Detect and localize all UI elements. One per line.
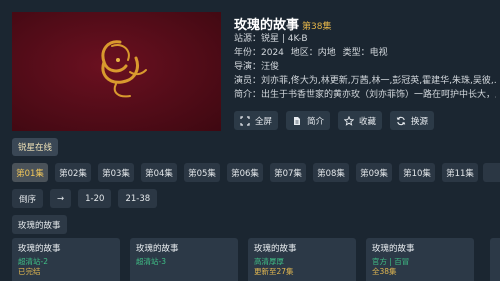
range-1-20-button[interactable]: 1-20: [78, 189, 112, 208]
direction-arrow-button[interactable]: →: [50, 189, 72, 208]
related-card-status: 全38集: [372, 267, 397, 276]
source-tab[interactable]: 锐星在线: [12, 138, 59, 156]
related-card-source: 超清站-3: [136, 257, 166, 266]
episode-button[interactable]: 第03集: [98, 163, 134, 182]
title-row: 玫瑰的故事 第38集: [234, 14, 332, 33]
related-card[interactable]: 玫瑰的故事 超清站-2 已完结: [12, 238, 120, 281]
switch-source-label: 换源: [411, 116, 429, 127]
favorite-button[interactable]: 收藏: [338, 111, 383, 130]
episode-button[interactable]: 第06集: [227, 163, 263, 182]
episode-button[interactable]: 第08集: [313, 163, 349, 182]
video-player[interactable]: [12, 12, 221, 131]
episode-list: 第01集 第02集 第03集 第04集 第05集 第06集 第07集 第08集 …: [12, 163, 478, 182]
episode-button[interactable]: 第11集: [442, 163, 478, 182]
info-region: 地区：内地: [290, 48, 336, 58]
rose-logo-icon: [101, 40, 147, 98]
related-card-title: 玫瑰的故事: [372, 244, 415, 254]
fullscreen-button[interactable]: 全屏: [234, 111, 279, 130]
related-list: 玫瑰的故事 超清站-2 已完结 玫瑰的故事 超清站-3 玫瑰的故事 高清厚厚 更…: [12, 238, 474, 281]
episode-button[interactable]: 第05集: [184, 163, 220, 182]
related-card-source: 官方 | 百冒: [372, 257, 410, 266]
switch-source-button[interactable]: 换源: [390, 111, 435, 130]
show-title: 玫瑰的故事: [234, 18, 300, 33]
info-director: 导演：汪俊: [234, 62, 280, 72]
related-card-status: 已完结: [18, 267, 41, 276]
related-card[interactable]: 玫瑰的故事 高清厚厚 更新至27集: [248, 238, 356, 281]
episode-button[interactable]: 第09集: [356, 163, 392, 182]
related-card-partial[interactable]: [490, 238, 500, 281]
info-year: 年份：2024: [234, 48, 284, 58]
related-card-title: 玫瑰的故事: [136, 244, 179, 254]
related-card[interactable]: 玫瑰的故事 超清站-3: [130, 238, 238, 281]
info-source: 站源：锐星 | 4K-B: [234, 34, 308, 44]
star-icon: [344, 115, 355, 126]
episode-button[interactable]: 第01集: [12, 163, 48, 182]
episode-button[interactable]: 第10集: [399, 163, 435, 182]
related-card-title: 玫瑰的故事: [254, 244, 297, 254]
episode-button[interactable]: 第04集: [141, 163, 177, 182]
action-bar: 全屏 简介 收藏 换源: [234, 111, 435, 130]
fullscreen-icon: [240, 115, 250, 126]
favorite-label: 收藏: [359, 116, 377, 127]
related-card-title: 玫瑰的故事: [18, 244, 61, 254]
reverse-order-button[interactable]: 倒序: [12, 189, 44, 208]
fullscreen-label: 全屏: [255, 116, 273, 127]
related-tab[interactable]: 玫瑰的故事: [12, 215, 67, 234]
current-episode-label: 第38集: [302, 22, 332, 32]
related-card-status: 更新至27集: [254, 267, 294, 276]
intro-label: 简介: [307, 116, 325, 127]
info-meta: 年份：2024 地区：内地 类型：电视: [234, 47, 496, 59]
episode-button-partial[interactable]: [483, 163, 500, 182]
range-21-38-button[interactable]: 21-38: [118, 189, 158, 208]
episode-button[interactable]: 第07集: [270, 163, 306, 182]
document-icon: [294, 116, 301, 125]
related-card-source: 高清厚厚: [254, 257, 284, 266]
related-card[interactable]: 玫瑰的故事 官方 | 百冒 全38集: [366, 238, 474, 281]
episode-button[interactable]: 第02集: [55, 163, 91, 182]
info-type: 类型：电视: [342, 48, 388, 58]
intro-button[interactable]: 简介: [286, 111, 331, 130]
related-card-source: 超清站-2: [18, 257, 48, 266]
refresh-icon: [396, 116, 406, 125]
info-summary: 简介：出生于书香世家的黄亦玫（刘亦菲饰）一路在呵护中长大，从: [234, 90, 496, 100]
info-cast: 演员：刘亦菲,佟大为,林更新,万茜,林一,彭冠英,霍建华,朱珠,吴彼,…: [234, 76, 496, 86]
range-row: 倒序 → 1-20 21-38: [12, 189, 158, 208]
